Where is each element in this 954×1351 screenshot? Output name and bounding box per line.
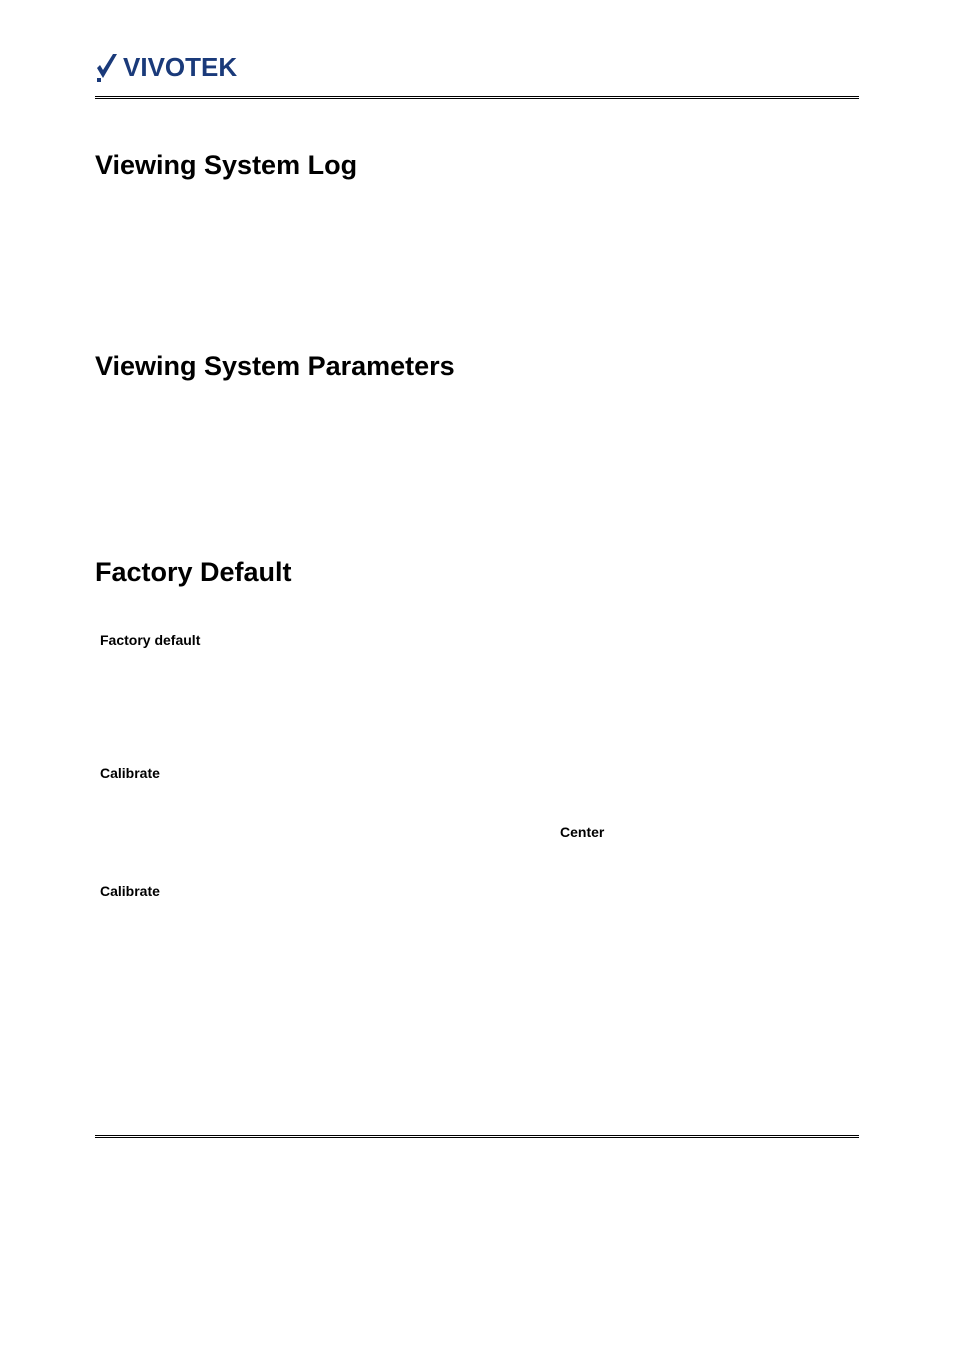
calibrate-label-1: Calibrate (100, 765, 160, 781)
header-divider (95, 96, 859, 100)
heading-factory-default: Factory Default (95, 557, 859, 588)
calibrate-label-line-1: Calibrate (100, 763, 859, 784)
center-label: Center (560, 824, 604, 840)
calibrate-label-2: Calibrate (100, 883, 160, 899)
calibrate-label-line-2: Calibrate (100, 881, 859, 902)
factory-default-label-line: Factory default (100, 630, 859, 651)
vivotek-logo: VIVOTEK (95, 50, 859, 84)
vivotek-checkmark-icon (95, 50, 119, 84)
logo-brand-text: VIVOTEK (123, 52, 237, 83)
heading-viewing-system-log: Viewing System Log (95, 150, 859, 181)
footer-divider (95, 1135, 859, 1139)
center-label-line: Center (560, 822, 859, 843)
factory-default-label: Factory default (100, 632, 200, 648)
factory-default-content: Factory default Calibrate Center Calibra… (100, 630, 859, 902)
heading-viewing-system-parameters: Viewing System Parameters (95, 351, 859, 382)
logo-area: VIVOTEK (95, 50, 859, 84)
